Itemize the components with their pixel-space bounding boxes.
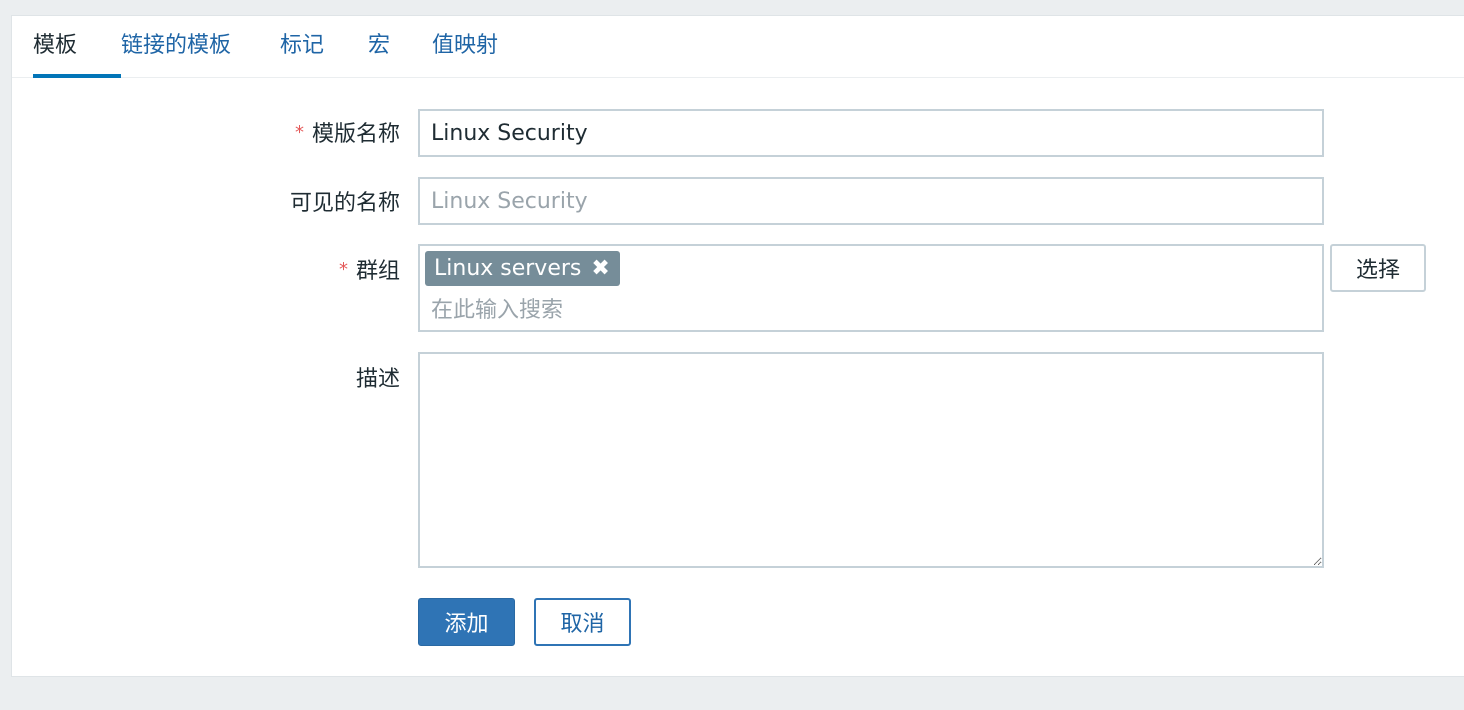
tab-value-mapping[interactable]: 值映射 — [432, 16, 498, 78]
groups-search-input[interactable] — [431, 294, 1291, 326]
visible-name-label: 可见的名称 — [289, 191, 400, 216]
description-label: 描述 — [355, 367, 400, 392]
tab-macros[interactable]: 宏 — [368, 16, 390, 78]
tab-template[interactable]: 模板 — [33, 16, 121, 78]
required-marker: * — [338, 259, 348, 280]
select-groups-button[interactable]: 选择 — [1330, 244, 1426, 292]
template-form-panel: 模板 链接的模板 标记 宏 值映射 *模版名称 可见的名称 *群组 Linux … — [11, 15, 1464, 677]
cancel-button[interactable]: 取消 — [534, 598, 631, 646]
add-button[interactable]: 添加 — [418, 598, 515, 646]
description-textarea[interactable] — [418, 352, 1324, 568]
group-chip-label: Linux servers — [434, 256, 582, 281]
groups-multiselect[interactable]: Linux servers ✖ — [418, 244, 1324, 332]
required-marker: * — [294, 122, 304, 143]
template-name-label: * 模版名称 — [294, 122, 400, 147]
visible-name-input[interactable] — [418, 177, 1324, 225]
groups-label: * 群组 — [338, 259, 400, 284]
group-chip: Linux servers ✖ — [425, 251, 620, 286]
tab-tags[interactable]: 标记 — [280, 16, 324, 78]
tab-linked-templates[interactable]: 链接的模板 — [121, 16, 231, 78]
tab-bar: 模板 链接的模板 标记 宏 值映射 — [12, 16, 1464, 78]
template-name-input[interactable] — [418, 109, 1324, 157]
remove-chip-icon[interactable]: ✖ — [591, 251, 609, 286]
